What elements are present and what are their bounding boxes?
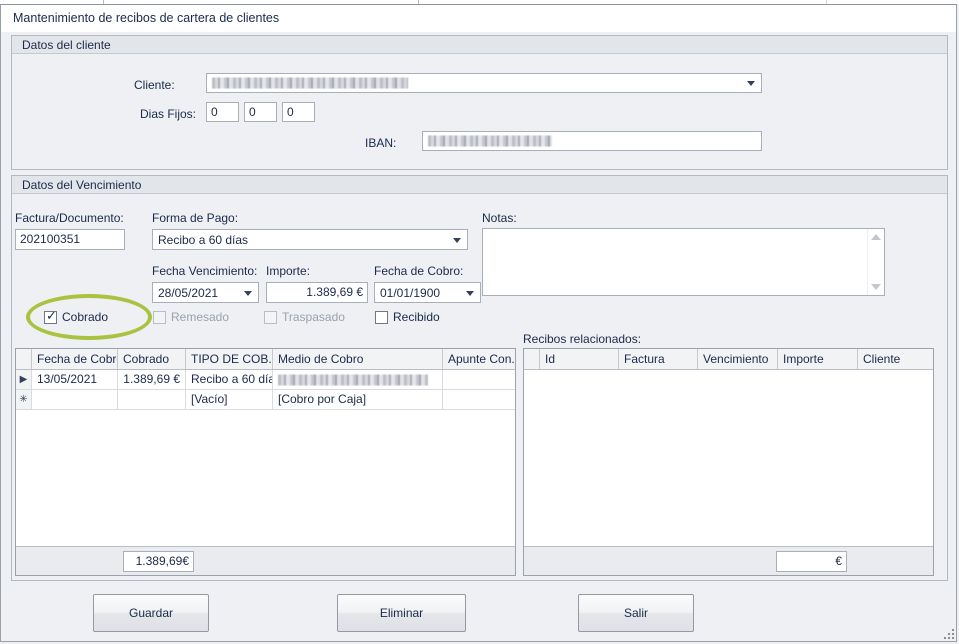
cell-tipo-cobro[interactable]: [Vacío] [186, 390, 273, 409]
recibos-col-selector[interactable] [524, 349, 540, 369]
iban-input[interactable] [422, 131, 762, 151]
cobros-col-medio[interactable]: Medio de Cobro [273, 349, 443, 369]
due-date-group-title: Datos del Vencimiento [22, 178, 142, 192]
recibos-col-factura[interactable]: Factura [619, 349, 698, 369]
fecha-vencimiento-picker[interactable]: 28/05/2021 [152, 282, 259, 303]
dialog-window: Mantenimiento de recibos de cartera de c… [0, 4, 957, 642]
scroll-up-arrow-icon[interactable] [871, 234, 881, 240]
chevron-down-icon [466, 290, 474, 296]
check-icon: ✓ [46, 308, 57, 323]
iban-redacted-value [428, 135, 552, 147]
recibos-relacionados-label: Recibos relacionados: [523, 332, 642, 346]
cell-medio-cobro-redacted [278, 374, 428, 385]
recibos-col-vencimiento[interactable]: Vencimiento [698, 349, 778, 369]
cell-tipo-cobro[interactable]: Recibo a 60 días [186, 370, 273, 389]
save-button[interactable]: Guardar [93, 594, 209, 632]
factura-input[interactable]: 202100351 [15, 229, 125, 250]
checkbox-recibido-label: Recibido [393, 310, 440, 324]
row-selector-icon[interactable]: ▶ [16, 370, 32, 389]
recibos-grid-body [524, 370, 933, 546]
checkbox-remesado-box [153, 311, 166, 324]
recibos-grid[interactable]: Id Factura Vencimiento Importe Cliente € [523, 348, 934, 576]
factura-label: Factura/Documento: [15, 211, 124, 225]
recibos-total-input[interactable]: € [776, 551, 847, 572]
cell-fecha-cobro[interactable] [32, 390, 118, 409]
chevron-down-icon [244, 290, 252, 296]
due-date-group-header: Datos del Vencimiento [12, 176, 947, 194]
checkbox-traspasado-label: Traspasado [282, 310, 345, 324]
customer-data-group: Datos del cliente Cliente: Dias Fijos: 0… [11, 35, 948, 170]
recibos-col-id[interactable]: Id [540, 349, 619, 369]
dias-fijos-input-1[interactable]: 0 [206, 102, 239, 122]
cobros-col-cobrado[interactable]: Cobrado [118, 349, 186, 369]
fecha-cobro-label: Fecha de Cobro: [374, 264, 464, 278]
cell-medio-cobro[interactable] [273, 370, 443, 389]
checkbox-recibido-box [375, 311, 388, 324]
due-date-data-group: Datos del Vencimiento Factura/Documento:… [11, 175, 948, 581]
fecha-cobro-picker[interactable]: 01/01/1900 [374, 282, 481, 303]
fecha-vencimiento-label: Fecha Vencimiento: [152, 264, 258, 278]
cliente-combo[interactable] [206, 73, 762, 93]
table-row[interactable]: ✳ [Vacío] [Cobro por Caja] [16, 390, 515, 410]
exit-button[interactable]: Salir [578, 594, 694, 632]
window-title: Mantenimiento de recibos de cartera de c… [13, 11, 280, 25]
cell-cobrado[interactable] [118, 390, 186, 409]
forma-pago-combo[interactable]: Recibo a 60 días [152, 229, 468, 250]
checkbox-traspasado-box [264, 311, 277, 324]
cell-medio-cobro[interactable]: [Cobro por Caja] [273, 390, 443, 409]
notas-textarea[interactable] [482, 228, 885, 296]
forma-pago-value: Recibo a 60 días [158, 232, 249, 247]
notas-scrollbar[interactable] [867, 229, 884, 295]
customer-data-group-title: Datos del cliente [22, 38, 111, 52]
importe-label: Importe: [266, 264, 311, 278]
recibos-grid-header: Id Factura Vencimiento Importe Cliente [524, 349, 933, 370]
cell-fecha-cobro[interactable]: 13/05/2021 [32, 370, 118, 389]
chevron-down-icon [747, 81, 755, 86]
recibos-col-importe[interactable]: Importe [778, 349, 858, 369]
recibos-col-cliente[interactable]: Cliente [858, 349, 933, 369]
checkbox-cobrado-box: ✓ [44, 308, 57, 324]
resize-grip[interactable] [940, 625, 954, 639]
cobros-col-tipo[interactable]: TIPO DE COB... [186, 349, 273, 369]
fecha-vencimiento-value: 28/05/2021 [158, 285, 219, 300]
recibos-grid-footer: € [524, 546, 933, 575]
notas-label: Notas: [482, 211, 517, 225]
dias-fijos-input-2[interactable]: 0 [244, 102, 277, 122]
fecha-cobro-value: 01/01/1900 [380, 285, 441, 300]
cobros-grid-body: ▶ 13/05/2021 1.389,69 € Recibo a 60 días… [16, 370, 515, 546]
cliente-label: Cliente: [134, 78, 175, 92]
table-row[interactable]: ▶ 13/05/2021 1.389,69 € Recibo a 60 días [16, 370, 515, 390]
chevron-down-icon [453, 237, 461, 243]
cell-cobrado[interactable]: 1.389,69 € [118, 370, 186, 389]
checkbox-cobrado-label: Cobrado [62, 310, 109, 324]
new-row-icon[interactable]: ✳ [16, 390, 32, 409]
delete-button[interactable]: Eliminar [337, 594, 466, 632]
cobros-grid-footer: 1.389,69€ [16, 546, 515, 575]
importe-input[interactable]: 1.389,69 € [266, 282, 368, 303]
cliente-redacted-value [212, 77, 408, 89]
iban-label: IBAN: [365, 136, 397, 150]
customer-data-group-header: Datos del cliente [12, 36, 947, 54]
dias-fijos-label: Dias Fijos: [140, 107, 197, 121]
checkbox-remesado-label: Remesado [171, 310, 230, 324]
cobros-grid-header: Fecha de Cobro Cobrado TIPO DE COB... Me… [16, 349, 515, 370]
dias-fijos-input-3[interactable]: 0 [282, 102, 315, 122]
forma-pago-label: Forma de Pago: [152, 211, 239, 225]
scroll-down-arrow-icon[interactable] [871, 284, 881, 290]
application-window: Mantenimiento de recibos de cartera de c… [0, 0, 959, 644]
cobros-grid[interactable]: Fecha de Cobro Cobrado TIPO DE COB... Me… [15, 348, 516, 576]
cell-apunte[interactable] [443, 390, 515, 409]
cobros-col-selector[interactable] [16, 349, 32, 369]
cobros-col-apunte[interactable]: Apunte Con... [443, 349, 515, 369]
cobros-total-input[interactable]: 1.389,69€ [123, 551, 194, 572]
cobros-col-fecha[interactable]: Fecha de Cobro [32, 349, 118, 369]
title-bar: Mantenimiento de recibos de cartera de c… [1, 5, 956, 32]
cell-apunte[interactable] [443, 370, 515, 389]
